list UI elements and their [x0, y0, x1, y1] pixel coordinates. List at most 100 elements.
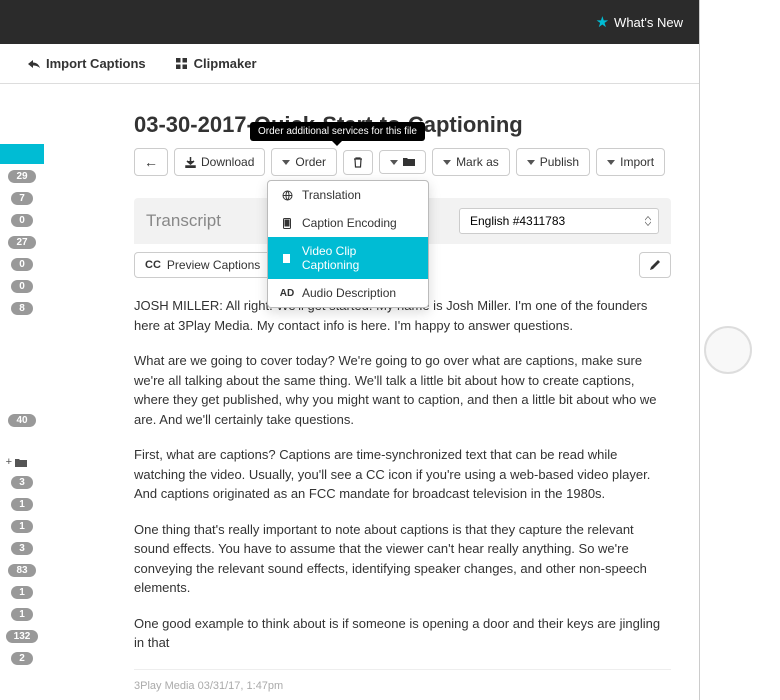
sidebar-folder[interactable]: 2	[6, 648, 39, 668]
sidebar-count-badge: 1	[11, 498, 33, 511]
grid-icon	[176, 58, 188, 70]
sidebar-count-badge: 83	[8, 564, 35, 577]
sidebar-folder[interactable]: 1	[6, 604, 39, 624]
nav-clipmaker[interactable]: Clipmaker	[176, 56, 257, 71]
publish-label: Publish	[540, 155, 579, 169]
folder-icon	[15, 458, 27, 467]
add-folder-button[interactable]: +	[6, 456, 39, 468]
nav-clipmaker-label: Clipmaker	[194, 56, 257, 71]
preview-captions-button[interactable]: CC Preview Captions	[134, 252, 271, 278]
film-icon	[280, 254, 294, 263]
sidebar-count-badge: 7	[11, 192, 33, 205]
sidebar-folder[interactable]: 0	[6, 254, 39, 274]
sidebar-count-badge: 27	[8, 236, 35, 249]
sidebar-folder[interactable]: 3	[6, 472, 39, 492]
sidebar-count-badge: 1	[11, 586, 33, 599]
sidebar-active-stripe	[0, 144, 44, 164]
preview-captions-label: Preview Captions	[167, 258, 260, 272]
sidebar-folder[interactable]: 1	[6, 494, 39, 514]
sidebar-count-badge: 1	[11, 520, 33, 533]
sidebar-folder[interactable]: 0	[6, 210, 39, 230]
download-label: Download	[201, 155, 254, 169]
transcript-paragraph: One thing that's really important to not…	[134, 520, 671, 598]
globe-icon	[280, 190, 294, 201]
plus-icon: +	[6, 456, 12, 468]
language-select[interactable]: English #4311783	[459, 208, 659, 234]
caret-down-icon	[282, 160, 290, 165]
sidebar-folder[interactable]: 83	[6, 560, 39, 580]
sidebar: 22729702700840+311383111322	[0, 84, 44, 700]
order-tooltip: Order additional services for this file	[250, 122, 425, 141]
order-dropdown: Translation Caption Encoding Video Clip …	[267, 180, 429, 308]
dropdown-translation[interactable]: Translation	[268, 181, 428, 209]
sidebar-count-badge: 8	[11, 302, 33, 315]
sidebar-count-badge: 40	[8, 414, 35, 427]
sidebar-folder[interactable]: 1	[6, 516, 39, 536]
transcript-paragraph: First, what are captions? Captions are t…	[134, 445, 671, 504]
back-button[interactable]: ←	[134, 148, 168, 176]
dropdown-video-clip-captioning[interactable]: Video Clip Captioning	[268, 237, 428, 279]
dropdown-caption-encoding[interactable]: Caption Encoding	[268, 209, 428, 237]
sidebar-count-badge: 3	[11, 542, 33, 555]
caret-down-icon	[607, 160, 615, 165]
sidebar-count-badge: 2	[11, 652, 33, 665]
delete-button[interactable]	[343, 150, 373, 175]
caret-down-icon	[443, 160, 451, 165]
trash-icon	[353, 157, 363, 168]
transcript-footer: 3Play Media 03/31/17, 1:47pm	[134, 669, 671, 700]
sidebar-count-badge: 0	[11, 214, 33, 227]
import-button[interactable]: Import	[596, 148, 665, 176]
navbar: Import Captions Clipmaker	[0, 44, 699, 84]
sidebar-count-badge: 0	[11, 280, 33, 293]
topbar: ★ What's New	[0, 0, 699, 44]
mark-as-button[interactable]: Mark as	[432, 148, 510, 176]
sidebar-folder[interactable]: 3	[6, 538, 39, 558]
mark-as-label: Mark as	[456, 155, 499, 169]
transcript-heading: Transcript	[146, 211, 221, 231]
transcript-paragraph: One good example to think about is if so…	[134, 614, 671, 653]
folder-icon	[403, 157, 415, 167]
dropdown-video-clip-label: Video Clip Captioning	[302, 244, 416, 272]
download-button[interactable]: Download	[174, 148, 265, 176]
sidebar-folder[interactable]: 27	[6, 232, 39, 252]
star-icon: ★	[596, 13, 609, 31]
sidebar-count-badge: 132	[6, 630, 39, 643]
whats-new-link[interactable]: ★ What's New	[596, 13, 683, 31]
toolbar: Order additional services for this file …	[134, 148, 671, 176]
edit-button[interactable]	[639, 252, 671, 278]
order-label: Order	[295, 155, 326, 169]
download-icon	[185, 157, 196, 168]
sidebar-count-badge: 0	[11, 258, 33, 271]
sidebar-folder[interactable]: 40	[6, 410, 39, 430]
publish-button[interactable]: Publish	[516, 148, 590, 176]
transcript-paragraph: What are we going to cover today? We're …	[134, 351, 671, 429]
order-button[interactable]: Order	[271, 148, 337, 176]
caret-down-icon	[527, 160, 535, 165]
sidebar-folder[interactable]: 8	[6, 298, 39, 318]
arrow-left-icon: ←	[144, 155, 158, 169]
sidebar-folder[interactable]: 1	[6, 582, 39, 602]
sidebar-folder[interactable]: 132	[6, 626, 39, 646]
sidebar-count-badge: 3	[11, 476, 33, 489]
nav-import-label: Import Captions	[46, 56, 146, 71]
ad-icon: AD	[280, 288, 294, 299]
transcript-body: JOSH MILLER: All right. We'll get starte…	[134, 296, 671, 653]
main-content: 03-30-2017-Quick-Start-to-Captioning Ord…	[44, 84, 699, 700]
phone-icon	[280, 218, 294, 229]
share-icon	[28, 58, 40, 70]
dropdown-audio-description[interactable]: AD Audio Description	[268, 279, 428, 307]
move-folder-button[interactable]	[379, 150, 426, 174]
dropdown-translation-label: Translation	[302, 188, 361, 202]
dropdown-audio-desc-label: Audio Description	[302, 286, 396, 300]
import-label: Import	[620, 155, 654, 169]
pencil-icon	[649, 259, 661, 271]
whats-new-label: What's New	[614, 15, 683, 30]
sidebar-folder[interactable]: 29	[6, 166, 39, 186]
sidebar-count-badge: 29	[8, 170, 35, 183]
sidebar-folder[interactable]: 0	[6, 276, 39, 296]
sidebar-folder[interactable]: 7	[6, 188, 39, 208]
nav-import-captions[interactable]: Import Captions	[28, 56, 146, 71]
dropdown-caption-encoding-label: Caption Encoding	[302, 216, 397, 230]
caret-down-icon	[390, 160, 398, 165]
cc-icon: CC	[145, 259, 161, 271]
